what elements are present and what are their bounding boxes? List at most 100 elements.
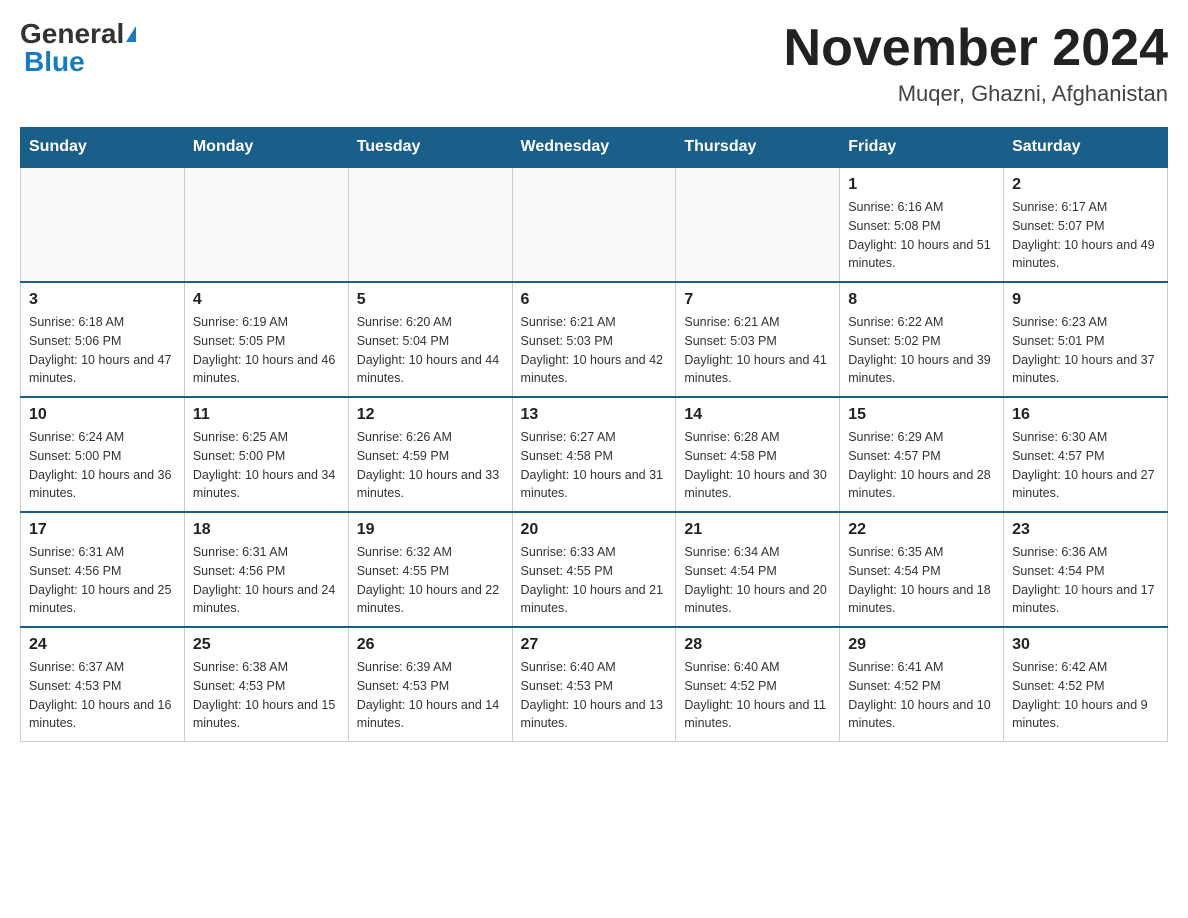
day-info: Sunrise: 6:29 AMSunset: 4:57 PMDaylight:… <box>848 428 995 503</box>
day-info: Sunrise: 6:40 AMSunset: 4:53 PMDaylight:… <box>521 658 668 733</box>
day-number: 17 <box>29 521 176 539</box>
day-number: 11 <box>193 406 340 424</box>
day-info: Sunrise: 6:19 AMSunset: 5:05 PMDaylight:… <box>193 313 340 388</box>
calendar-cell: 2 Sunrise: 6:17 AMSunset: 5:07 PMDaylight… <box>1004 167 1168 282</box>
calendar-header-saturday: Saturday <box>1004 128 1168 168</box>
calendar-cell: 3 Sunrise: 6:18 AMSunset: 5:06 PMDaylight… <box>21 282 185 397</box>
calendar-cell: 4 Sunrise: 6:19 AMSunset: 5:05 PMDaylight… <box>184 282 348 397</box>
day-info: Sunrise: 6:16 AMSunset: 5:08 PMDaylight:… <box>848 198 995 273</box>
day-number: 26 <box>357 636 504 654</box>
day-info: Sunrise: 6:37 AMSunset: 4:53 PMDaylight:… <box>29 658 176 733</box>
calendar-week-row: 1 Sunrise: 6:16 AMSunset: 5:08 PMDaylight… <box>21 167 1168 282</box>
day-number: 25 <box>193 636 340 654</box>
calendar-cell: 8 Sunrise: 6:22 AMSunset: 5:02 PMDaylight… <box>840 282 1004 397</box>
day-info: Sunrise: 6:41 AMSunset: 4:52 PMDaylight:… <box>848 658 995 733</box>
location-text: Muqer, Ghazni, Afghanistan <box>784 81 1168 107</box>
calendar-cell: 25 Sunrise: 6:38 AMSunset: 4:53 PMDayligh… <box>184 627 348 742</box>
day-info: Sunrise: 6:39 AMSunset: 4:53 PMDaylight:… <box>357 658 504 733</box>
day-number: 29 <box>848 636 995 654</box>
calendar-header-row: SundayMondayTuesdayWednesdayThursdayFrid… <box>21 128 1168 168</box>
day-number: 5 <box>357 291 504 309</box>
page-header: General Blue November 2024 Muqer, Ghazni… <box>20 20 1168 107</box>
day-number: 19 <box>357 521 504 539</box>
day-info: Sunrise: 6:31 AMSunset: 4:56 PMDaylight:… <box>193 543 340 618</box>
calendar-cell: 18 Sunrise: 6:31 AMSunset: 4:56 PMDayligh… <box>184 512 348 627</box>
logo-triangle-icon <box>126 26 136 42</box>
day-info: Sunrise: 6:31 AMSunset: 4:56 PMDaylight:… <box>29 543 176 618</box>
calendar-cell: 14 Sunrise: 6:28 AMSunset: 4:58 PMDayligh… <box>676 397 840 512</box>
day-number: 4 <box>193 291 340 309</box>
calendar-cell: 1 Sunrise: 6:16 AMSunset: 5:08 PMDaylight… <box>840 167 1004 282</box>
day-number: 27 <box>521 636 668 654</box>
calendar-cell: 17 Sunrise: 6:31 AMSunset: 4:56 PMDayligh… <box>21 512 185 627</box>
day-info: Sunrise: 6:24 AMSunset: 5:00 PMDaylight:… <box>29 428 176 503</box>
calendar-cell: 10 Sunrise: 6:24 AMSunset: 5:00 PMDayligh… <box>21 397 185 512</box>
day-number: 23 <box>1012 521 1159 539</box>
logo-blue-text: Blue <box>24 46 85 77</box>
calendar-week-row: 3 Sunrise: 6:18 AMSunset: 5:06 PMDaylight… <box>21 282 1168 397</box>
day-info: Sunrise: 6:32 AMSunset: 4:55 PMDaylight:… <box>357 543 504 618</box>
day-info: Sunrise: 6:34 AMSunset: 4:54 PMDaylight:… <box>684 543 831 618</box>
calendar-cell: 5 Sunrise: 6:20 AMSunset: 5:04 PMDaylight… <box>348 282 512 397</box>
calendar-cell <box>184 167 348 282</box>
calendar-cell <box>21 167 185 282</box>
day-info: Sunrise: 6:20 AMSunset: 5:04 PMDaylight:… <box>357 313 504 388</box>
day-info: Sunrise: 6:38 AMSunset: 4:53 PMDaylight:… <box>193 658 340 733</box>
calendar-week-row: 17 Sunrise: 6:31 AMSunset: 4:56 PMDayligh… <box>21 512 1168 627</box>
calendar-cell: 11 Sunrise: 6:25 AMSunset: 5:00 PMDayligh… <box>184 397 348 512</box>
calendar-header-monday: Monday <box>184 128 348 168</box>
calendar-cell: 19 Sunrise: 6:32 AMSunset: 4:55 PMDayligh… <box>348 512 512 627</box>
calendar-cell: 30 Sunrise: 6:42 AMSunset: 4:52 PMDayligh… <box>1004 627 1168 742</box>
calendar-week-row: 24 Sunrise: 6:37 AMSunset: 4:53 PMDayligh… <box>21 627 1168 742</box>
calendar-week-row: 10 Sunrise: 6:24 AMSunset: 5:00 PMDayligh… <box>21 397 1168 512</box>
day-number: 18 <box>193 521 340 539</box>
day-info: Sunrise: 6:25 AMSunset: 5:00 PMDaylight:… <box>193 428 340 503</box>
calendar-cell <box>512 167 676 282</box>
calendar-cell: 12Sunrise: 6:26 AMSunset: 4:59 PMDayligh… <box>348 397 512 512</box>
day-info: Sunrise: 6:28 AMSunset: 4:58 PMDaylight:… <box>684 428 831 503</box>
logo: General Blue <box>20 20 136 76</box>
day-info: Sunrise: 6:27 AMSunset: 4:58 PMDaylight:… <box>521 428 668 503</box>
day-number: 13 <box>521 406 668 424</box>
calendar-cell: 23Sunrise: 6:36 AMSunset: 4:54 PMDayligh… <box>1004 512 1168 627</box>
day-number: 22 <box>848 521 995 539</box>
month-title: November 2024 <box>784 20 1168 77</box>
calendar-cell: 22 Sunrise: 6:35 AMSunset: 4:54 PMDayligh… <box>840 512 1004 627</box>
day-number: 16 <box>1012 406 1159 424</box>
calendar-cell: 28 Sunrise: 6:40 AMSunset: 4:52 PMDayligh… <box>676 627 840 742</box>
calendar-cell: 16 Sunrise: 6:30 AMSunset: 4:57 PMDayligh… <box>1004 397 1168 512</box>
calendar-cell: 29 Sunrise: 6:41 AMSunset: 4:52 PMDayligh… <box>840 627 1004 742</box>
calendar-cell: 27 Sunrise: 6:40 AMSunset: 4:53 PMDayligh… <box>512 627 676 742</box>
day-number: 1 <box>848 176 995 194</box>
day-number: 21 <box>684 521 831 539</box>
day-info: Sunrise: 6:18 AMSunset: 5:06 PMDaylight:… <box>29 313 176 388</box>
calendar-cell <box>348 167 512 282</box>
calendar-cell: 6 Sunrise: 6:21 AMSunset: 5:03 PMDaylight… <box>512 282 676 397</box>
day-info: Sunrise: 6:40 AMSunset: 4:52 PMDaylight:… <box>684 658 831 733</box>
calendar-cell: 9Sunrise: 6:23 AMSunset: 5:01 PMDaylight… <box>1004 282 1168 397</box>
day-number: 14 <box>684 406 831 424</box>
day-number: 8 <box>848 291 995 309</box>
day-number: 28 <box>684 636 831 654</box>
calendar-cell: 13 Sunrise: 6:27 AMSunset: 4:58 PMDayligh… <box>512 397 676 512</box>
day-number: 10 <box>29 406 176 424</box>
day-info: Sunrise: 6:22 AMSunset: 5:02 PMDaylight:… <box>848 313 995 388</box>
calendar-cell: 7Sunrise: 6:21 AMSunset: 5:03 PMDaylight… <box>676 282 840 397</box>
day-info: Sunrise: 6:21 AMSunset: 5:03 PMDaylight:… <box>521 313 668 388</box>
day-number: 12 <box>357 406 504 424</box>
day-number: 30 <box>1012 636 1159 654</box>
calendar-cell: 24 Sunrise: 6:37 AMSunset: 4:53 PMDayligh… <box>21 627 185 742</box>
day-number: 9 <box>1012 291 1159 309</box>
day-info: Sunrise: 6:33 AMSunset: 4:55 PMDaylight:… <box>521 543 668 618</box>
day-number: 2 <box>1012 176 1159 194</box>
calendar-header-tuesday: Tuesday <box>348 128 512 168</box>
day-number: 24 <box>29 636 176 654</box>
day-info: Sunrise: 6:42 AMSunset: 4:52 PMDaylight:… <box>1012 658 1159 733</box>
day-info: Sunrise: 6:35 AMSunset: 4:54 PMDaylight:… <box>848 543 995 618</box>
day-number: 15 <box>848 406 995 424</box>
day-number: 6 <box>521 291 668 309</box>
day-info: Sunrise: 6:30 AMSunset: 4:57 PMDaylight:… <box>1012 428 1159 503</box>
day-info: Sunrise: 6:17 AMSunset: 5:07 PMDaylight:… <box>1012 198 1159 273</box>
title-section: November 2024 Muqer, Ghazni, Afghanistan <box>784 20 1168 107</box>
day-number: 3 <box>29 291 176 309</box>
